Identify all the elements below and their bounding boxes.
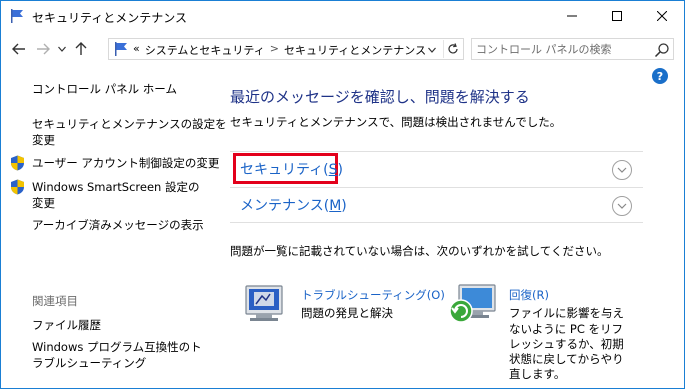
troubleshooting-icon[interactable] (240, 284, 290, 324)
section-security-label[interactable]: セキュリティ(S) (240, 159, 343, 179)
recovery-desc-line: 状態に戻してからやり (509, 352, 624, 366)
shield-icon (11, 155, 24, 171)
minimize-icon (566, 15, 577, 17)
recovery-icon[interactable] (447, 283, 499, 327)
sidebar-link-program-compat[interactable]: Windows プログラム互換性のト (32, 339, 202, 355)
breadcrumb-separator[interactable]: > (270, 42, 279, 58)
chevron-down-icon (58, 46, 66, 52)
recovery-desc-line: レッシュするか、初期 (509, 337, 624, 351)
help-button[interactable]: ? (652, 68, 668, 84)
maximize-icon (611, 11, 622, 21)
section-security[interactable]: セキュリティ(S) (230, 151, 643, 187)
section-maintenance-label[interactable]: メンテナンス(M) (240, 195, 347, 215)
breadcrumb: « システムとセキュリティ > セキュリティとメンテナンス (133, 42, 426, 58)
search-box[interactable] (471, 38, 674, 60)
flag-icon (115, 42, 127, 56)
status-message: セキュリティとメンテナンスで、問題は検出されませんでした。 (230, 115, 562, 129)
sidebar-link-file-history[interactable]: ファイル履歴 (32, 317, 101, 333)
section-security-accel: S (328, 162, 338, 178)
recovery-link[interactable]: 回復(R) (509, 287, 549, 303)
forward-button[interactable] (33, 39, 53, 59)
control-panel-window: セキュリティとメンテナンス « システムとセキュリティ > セキュリティとメンテ… (0, 0, 685, 389)
sidebar-link-change-settings[interactable]: セキュリティとメンテナンスの設定を (32, 116, 227, 132)
search-input[interactable] (476, 40, 646, 58)
close-button[interactable] (639, 1, 684, 31)
expand-security-button[interactable] (612, 160, 632, 180)
chevron-down-icon (617, 203, 627, 209)
hint-text: 問題が一覧に記載されていない場合は、次のいずれかを試してください。 (230, 244, 609, 258)
section-maintenance-text: メンテナンス (240, 198, 324, 214)
expand-maintenance-button[interactable] (612, 196, 632, 216)
sidebar-link-smartscreen[interactable]: Windows SmartScreen 設定の (32, 179, 199, 195)
address-bar[interactable]: « システムとセキュリティ > セキュリティとメンテナンス (108, 38, 464, 60)
navigation-bar: « システムとセキュリティ > セキュリティとメンテナンス (1, 32, 684, 65)
section-maintenance[interactable]: メンテナンス(M) (230, 187, 643, 223)
chevron-down-icon (617, 167, 627, 173)
section-maintenance-accel: M (329, 198, 342, 214)
arrow-left-icon (12, 43, 25, 55)
sidebar-link-archived-messages[interactable]: アーカイブ済みメッセージの表示 (32, 217, 204, 233)
recovery-desc-line: ないように PC をリフ (509, 322, 624, 336)
section-security-text: セキュリティ (240, 162, 324, 178)
refresh-button[interactable] (443, 40, 461, 58)
shield-icon (11, 179, 24, 195)
breadcrumb-overflow[interactable]: « (133, 42, 140, 58)
breadcrumb-item-system-security[interactable]: システムとセキュリティ (145, 42, 265, 58)
title-bar: セキュリティとメンテナンス (1, 1, 684, 32)
page-title: 最近のメッセージを確認し、問題を解決する (230, 88, 530, 106)
maximize-button[interactable] (594, 1, 639, 31)
sidebar-link-program-compat-line2[interactable]: ラブルシューティング (32, 355, 146, 371)
breadcrumb-item-security-maintenance[interactable]: セキュリティとメンテナンス (284, 42, 426, 58)
search-icon[interactable] (654, 42, 670, 58)
sidebar-link-control-panel-home[interactable]: コントロール パネル ホーム (32, 81, 177, 97)
refresh-icon (447, 43, 458, 54)
sidebar-link-uac-settings[interactable]: ユーザー アカウント制御設定の変更 (32, 155, 219, 171)
window-title: セキュリティとメンテナンス (32, 11, 188, 25)
troubleshooting-description: 問題の発見と解決 (301, 306, 393, 320)
up-button[interactable] (71, 39, 91, 59)
troubleshooting-link[interactable]: トラブルシューティング(O) (301, 287, 445, 303)
back-button[interactable] (9, 39, 29, 59)
minimize-button[interactable] (549, 1, 594, 31)
sidebar-link-change-settings-line2[interactable]: 変更 (32, 132, 55, 148)
arrow-right-icon (37, 43, 50, 55)
recovery-desc-line: 直します。 (509, 367, 566, 381)
address-dropdown-button[interactable] (424, 42, 440, 58)
sidebar-related-heading: 関連項目 (32, 294, 78, 308)
chevron-down-icon (428, 47, 436, 53)
close-icon (656, 11, 667, 21)
recent-locations-button[interactable] (55, 39, 69, 59)
flag-icon (11, 9, 23, 23)
arrow-up-icon (75, 42, 87, 55)
sidebar-link-smartscreen-line2[interactable]: 変更 (32, 195, 55, 211)
recovery-desc-line: ファイルに影響を与え (509, 306, 624, 320)
